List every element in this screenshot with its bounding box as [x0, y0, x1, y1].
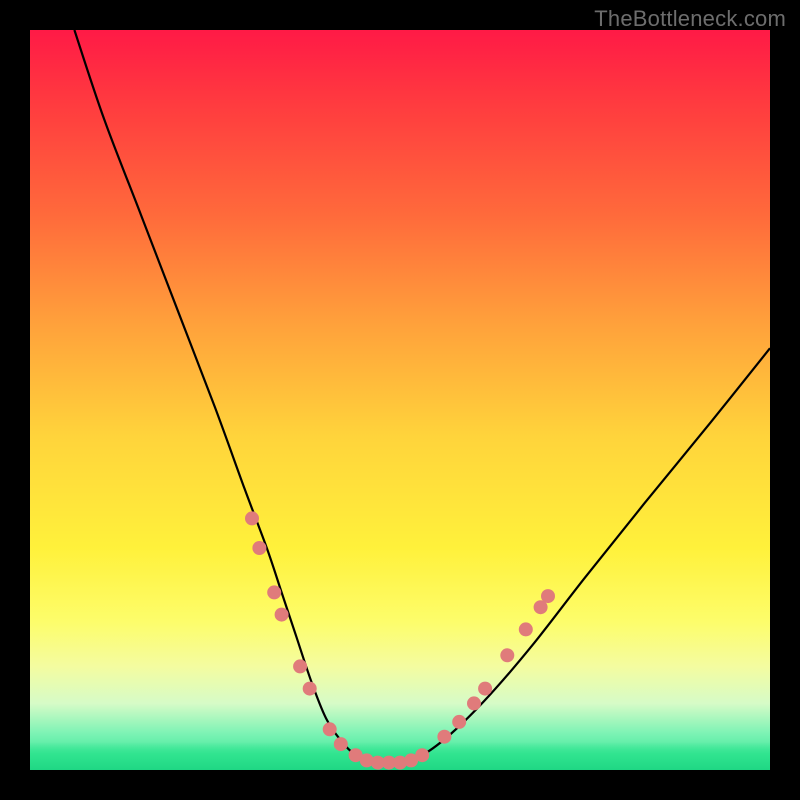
highlight-dot: [245, 511, 259, 525]
highlight-dot: [541, 589, 555, 603]
highlight-dot: [334, 737, 348, 751]
highlight-dots: [245, 511, 555, 769]
highlight-dot: [293, 659, 307, 673]
highlight-dot: [303, 682, 317, 696]
highlight-dot: [267, 585, 281, 599]
bottleneck-curve: [74, 30, 770, 763]
highlight-dot: [467, 696, 481, 710]
highlight-dot: [323, 722, 337, 736]
curve-line: [74, 30, 770, 763]
highlight-dot: [437, 730, 451, 744]
highlight-dot: [478, 682, 492, 696]
watermark-text: TheBottleneck.com: [594, 6, 786, 32]
highlight-dot: [275, 608, 289, 622]
highlight-dot: [500, 648, 514, 662]
highlight-dot: [415, 748, 429, 762]
highlight-dot: [252, 541, 266, 555]
chart-root: TheBottleneck.com: [0, 0, 800, 800]
curve-layer: [30, 30, 770, 770]
plot-area: [30, 30, 770, 770]
highlight-dot: [452, 715, 466, 729]
highlight-dot: [519, 622, 533, 636]
